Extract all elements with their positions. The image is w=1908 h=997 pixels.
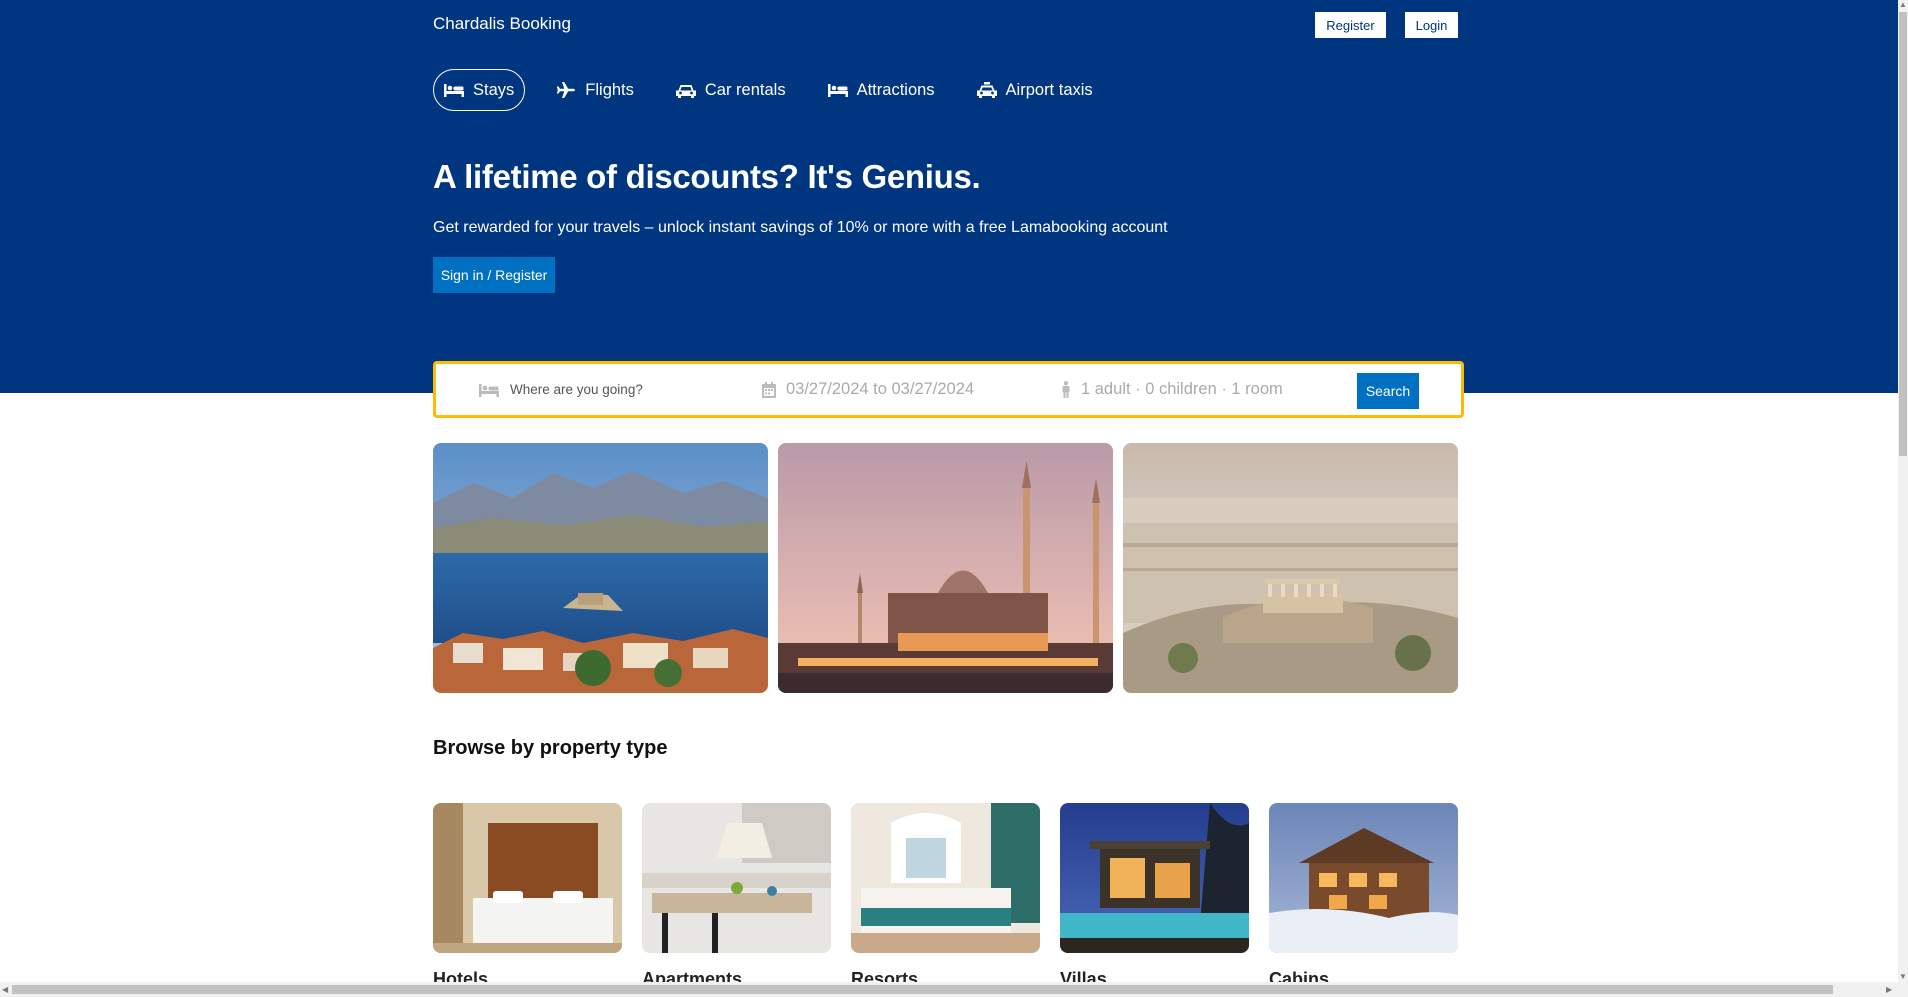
featured-image xyxy=(778,443,1113,693)
search-bar: Where are you going? 03/27/2024 to 03/27… xyxy=(433,361,1464,418)
featured-card-nafplio[interactable] xyxy=(433,443,768,693)
property-type-image xyxy=(433,803,622,953)
property-type-image xyxy=(1269,803,1458,953)
scroll-right-icon[interactable]: ▶ xyxy=(1886,985,1892,994)
nav-item-car-rentals[interactable]: Car rentals xyxy=(665,69,797,111)
hero-subtitle: Get rewarded for your travels – unlock i… xyxy=(433,219,1168,236)
nav-item-label: Stays xyxy=(473,80,515,99)
scroll-left-icon[interactable]: ◀ xyxy=(2,985,8,994)
nav-item-attractions[interactable]: Attractions xyxy=(817,69,946,111)
vertical-scrollbar[interactable]: ▲ ▼ xyxy=(1898,0,1908,997)
guests-field[interactable]: 1 adult · 0 children · 1 room xyxy=(1061,364,1283,415)
bed-icon xyxy=(479,383,499,397)
date-range-value: 03/27/2024 to 03/27/2024 xyxy=(786,380,975,398)
car-icon xyxy=(675,85,696,98)
property-type-apartments[interactable]: Apartments xyxy=(642,803,831,990)
hero-title: A lifetime of discounts? It's Genius. xyxy=(433,158,981,195)
destination-field[interactable]: Where are you going? xyxy=(478,364,643,415)
nav-item-flights[interactable]: Flights xyxy=(545,69,645,111)
plane-icon xyxy=(557,82,576,98)
search-button[interactable]: Search xyxy=(1357,373,1419,409)
property-type-hotels[interactable]: Hotels xyxy=(433,803,622,990)
featured-image xyxy=(1123,443,1458,693)
nav-item-label: Car rentals xyxy=(704,80,786,99)
featured-card-athens[interactable] xyxy=(1123,443,1458,693)
person-icon xyxy=(1062,381,1070,398)
bed-icon xyxy=(827,84,848,97)
nav-item-stays[interactable]: Stays xyxy=(433,69,526,111)
property-type-image xyxy=(851,803,1040,953)
property-type-list: Hotels Apartments Resorts Villas Cabins xyxy=(433,803,1478,990)
nav-item-label: Flights xyxy=(585,80,634,99)
scroll-down-icon[interactable]: ▼ xyxy=(1899,972,1907,981)
property-type-cabins[interactable]: Cabins xyxy=(1269,803,1458,990)
nav-item-label: Attractions xyxy=(856,80,935,99)
bed-icon xyxy=(444,84,464,97)
property-type-image xyxy=(1060,803,1249,953)
property-section-title: Browse by property type xyxy=(433,737,668,759)
vertical-scroll-thumb[interactable] xyxy=(1899,12,1907,456)
login-button[interactable]: Login xyxy=(1405,12,1458,38)
nav-item-airport-taxis[interactable]: Airport taxis xyxy=(966,69,1104,111)
featured-image xyxy=(433,443,768,693)
property-type-resorts[interactable]: Resorts xyxy=(851,803,1040,990)
sign-in-register-button[interactable]: Sign in / Register xyxy=(433,257,555,293)
horizontal-scroll-thumb[interactable] xyxy=(12,985,1833,994)
nav-item-label: Airport taxis xyxy=(1005,80,1093,99)
guests-value: 1 adult · 0 children · 1 room xyxy=(1081,380,1283,398)
property-type-villas[interactable]: Villas xyxy=(1060,803,1249,990)
hero-banner: Chardalis Booking Register Login Stays F… xyxy=(0,0,1898,393)
destination-input[interactable]: Where are you going? xyxy=(510,382,643,397)
main-nav: Stays Flights Car rentals Attractions Ai… xyxy=(433,69,1124,111)
date-field[interactable]: 03/27/2024 to 03/27/2024 xyxy=(762,364,974,415)
horizontal-scrollbar[interactable]: ◀ ▶ xyxy=(0,982,1898,997)
scroll-up-icon[interactable]: ▲ xyxy=(1899,0,1907,9)
calendar-icon xyxy=(762,381,776,398)
featured-destinations xyxy=(433,443,1468,693)
register-button[interactable]: Register xyxy=(1315,12,1386,38)
taxi-icon xyxy=(976,82,997,98)
featured-card-istanbul[interactable] xyxy=(778,443,1113,693)
property-type-image xyxy=(642,803,831,953)
brand-logo[interactable]: Chardalis Booking xyxy=(433,14,571,34)
